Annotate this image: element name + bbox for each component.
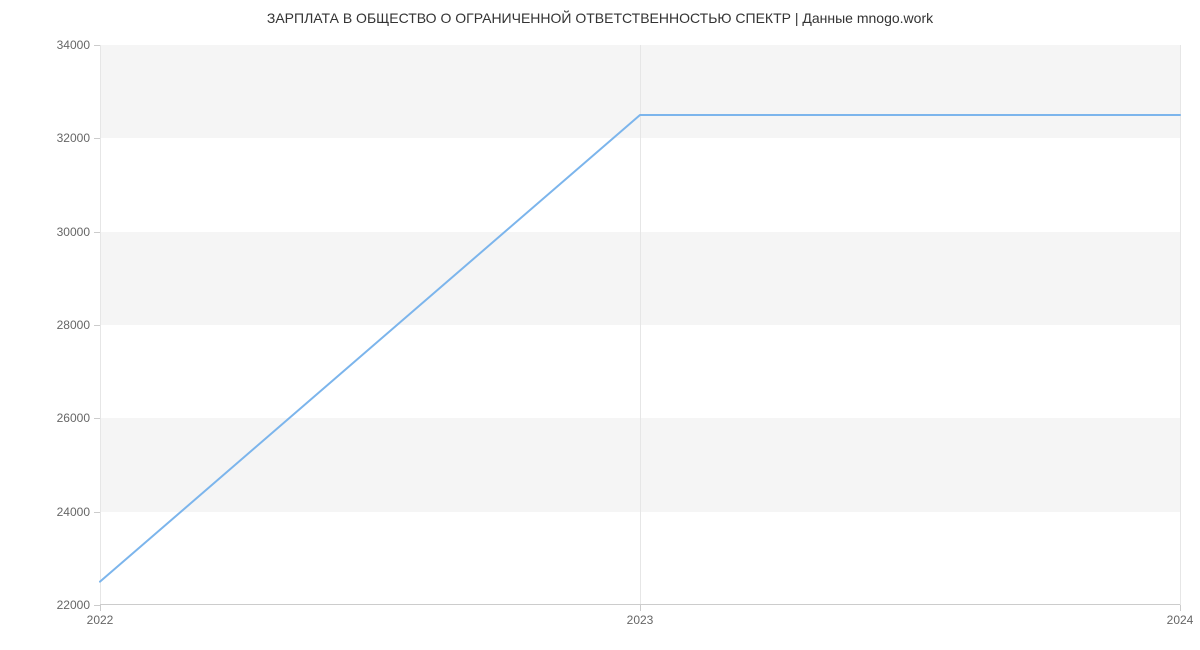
y-tick-label: 28000 [0, 318, 90, 332]
grid-line-vertical [1180, 45, 1181, 605]
chart-container: ЗАРПЛАТА В ОБЩЕСТВО О ОГРАНИЧЕННОЙ ОТВЕТ… [0, 0, 1200, 650]
y-tick-label: 22000 [0, 598, 90, 612]
x-tick-label: 2024 [1167, 613, 1194, 627]
x-tick-label: 2023 [627, 613, 654, 627]
y-tick-label: 34000 [0, 38, 90, 52]
x-tick [1180, 605, 1181, 611]
y-axis-labels: 22000240002600028000300003200034000 [0, 45, 90, 605]
y-tick-label: 32000 [0, 131, 90, 145]
x-axis-labels: 202220232024 [100, 605, 1180, 635]
line-series [100, 115, 1180, 582]
y-tick-label: 24000 [0, 505, 90, 519]
x-tick-label: 2022 [87, 613, 114, 627]
chart-title: ЗАРПЛАТА В ОБЩЕСТВО О ОГРАНИЧЕННОЙ ОТВЕТ… [0, 10, 1200, 26]
y-tick-label: 30000 [0, 225, 90, 239]
y-tick-label: 26000 [0, 411, 90, 425]
line-series-svg [100, 45, 1180, 605]
plot-area [100, 45, 1180, 605]
